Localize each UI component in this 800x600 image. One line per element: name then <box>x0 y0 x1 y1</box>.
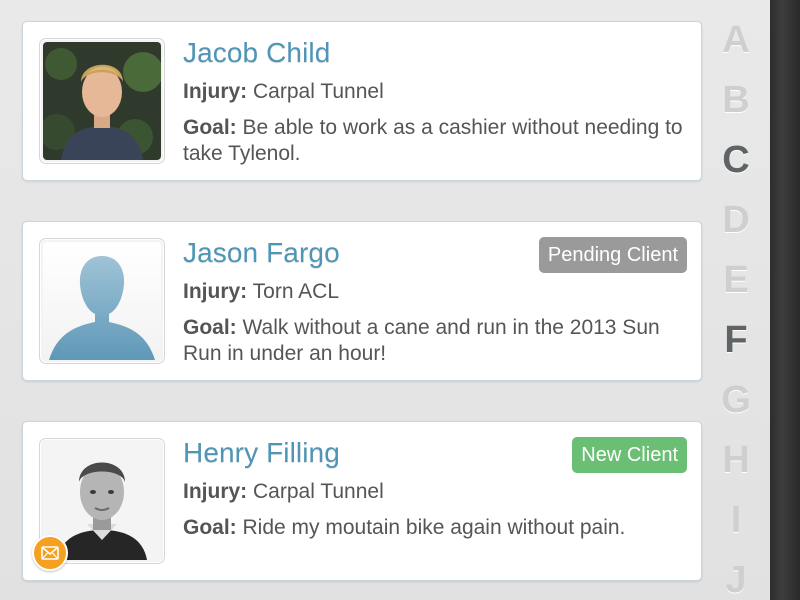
injury-label: Injury: <box>183 480 248 503</box>
injury-label: Injury: <box>183 280 248 303</box>
client-card[interactable]: Henry Filling New Client Injury: Carpal … <box>22 421 702 581</box>
goal-label: Goal: <box>183 516 237 539</box>
alpha-index-letter[interactable]: B <box>712 76 760 136</box>
alpha-index-letter[interactable]: G <box>712 376 760 436</box>
client-photo-image <box>43 42 161 160</box>
alpha-index-letter[interactable]: F <box>712 316 760 376</box>
client-name[interactable]: Jason Fargo <box>183 237 340 269</box>
client-injury: Injury: Carpal Tunnel <box>183 79 683 105</box>
envelope-icon <box>41 546 59 560</box>
alpha-index-letter[interactable]: A <box>712 16 760 76</box>
client-photo-placeholder <box>39 238 165 364</box>
alpha-index-letter[interactable]: J <box>712 556 760 600</box>
injury-value: Carpal Tunnel <box>253 80 384 103</box>
client-list: Jacob Child Injury: Carpal Tunnel Goal: … <box>0 0 770 600</box>
person-silhouette-icon <box>43 242 161 360</box>
device-edge <box>770 0 800 600</box>
status-badge-new: New Client <box>572 437 687 473</box>
client-name[interactable]: Henry Filling <box>183 437 340 469</box>
goal-value: Walk without a cane and run in the 2013 … <box>183 316 660 365</box>
client-goal: Goal: Be able to work as a cashier witho… <box>183 115 683 167</box>
injury-value: Torn ACL <box>252 280 340 303</box>
injury-value: Carpal Tunnel <box>253 480 384 503</box>
alpha-index-letter[interactable]: C <box>712 136 760 196</box>
injury-label: Injury: <box>183 80 248 103</box>
goal-label: Goal: <box>183 116 237 139</box>
client-card[interactable]: Jason Fargo Pending Client Injury: Torn … <box>22 221 702 381</box>
status-badge-pending: Pending Client <box>538 237 687 273</box>
client-injury: Injury: Carpal Tunnel <box>183 479 683 505</box>
client-goal: Goal: Walk without a cane and run in the… <box>183 315 683 367</box>
client-photo <box>39 38 165 164</box>
alpha-index-letter[interactable]: I <box>712 496 760 556</box>
goal-value: Ride my moutain bike again without pain. <box>242 516 626 539</box>
alpha-index-letter[interactable]: H <box>712 436 760 496</box>
alpha-index-letter[interactable]: E <box>712 256 760 316</box>
client-card[interactable]: Jacob Child Injury: Carpal Tunnel Goal: … <box>22 21 702 181</box>
client-injury: Injury: Torn ACL <box>183 279 683 305</box>
client-goal: Goal: Ride my moutain bike again without… <box>183 515 683 541</box>
alpha-index-letter[interactable]: D <box>712 196 760 256</box>
client-name[interactable]: Jacob Child <box>183 37 330 69</box>
message-badge[interactable] <box>32 535 68 571</box>
goal-value: Be able to work as a cashier without nee… <box>183 116 683 165</box>
alphabet-index: A B C D E F G H I J <box>712 16 760 600</box>
goal-label: Goal: <box>183 316 237 339</box>
